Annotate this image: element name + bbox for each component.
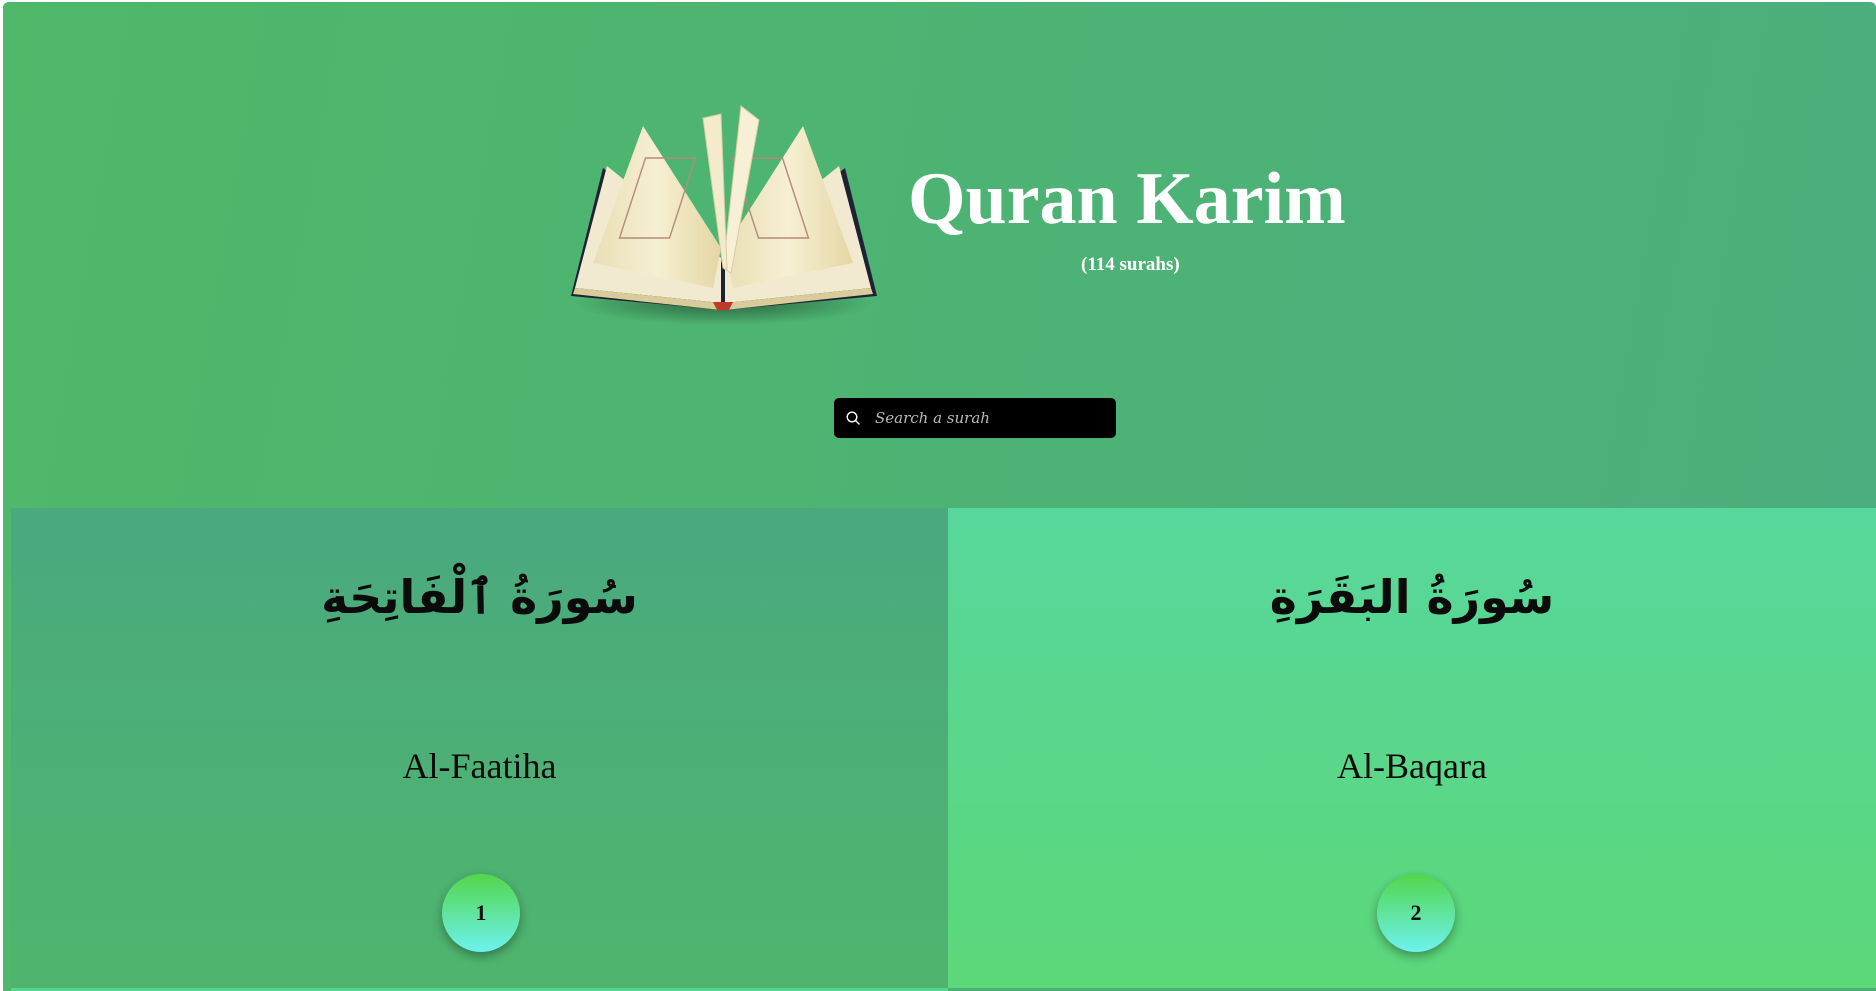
surah-arabic-name: سُورَةُ البَقَرَةِ (1269, 570, 1555, 624)
surah-name: Al-Faatiha (402, 746, 557, 786)
surah-grid: سُورَةُ ٱلْفَاتِحَةِ Al-Faatiha 1 سُورَة… (3, 508, 1876, 991)
quran-book-logo (571, 105, 877, 325)
search-bar[interactable] (834, 398, 1116, 438)
surah-card-al-faatiha[interactable]: سُورَةُ ٱلْفَاتِحَةِ Al-Faatiha 1 (11, 508, 948, 991)
page-title: Quran Karim (908, 158, 1346, 240)
surah-arabic-name: سُورَةُ ٱلْفَاتِحَةِ (321, 570, 638, 624)
surah-card-al-baqara[interactable]: سُورَةُ البَقَرَةِ Al-Baqara 2 (948, 508, 1876, 991)
surah-count: (114 surahs) (1081, 254, 1180, 275)
surah-number-badge: 2 (1377, 874, 1455, 952)
search-input[interactable] (875, 409, 1105, 427)
hero-header: Quran Karim (114 surahs) (3, 2, 1876, 508)
surah-name: Al-Baqara (1337, 746, 1487, 786)
surah-number-badge: 1 (442, 874, 520, 952)
search-icon (846, 411, 860, 425)
app-window: Quran Karim (114 surahs) سُورَةُ ٱلْفَات… (3, 2, 1876, 991)
